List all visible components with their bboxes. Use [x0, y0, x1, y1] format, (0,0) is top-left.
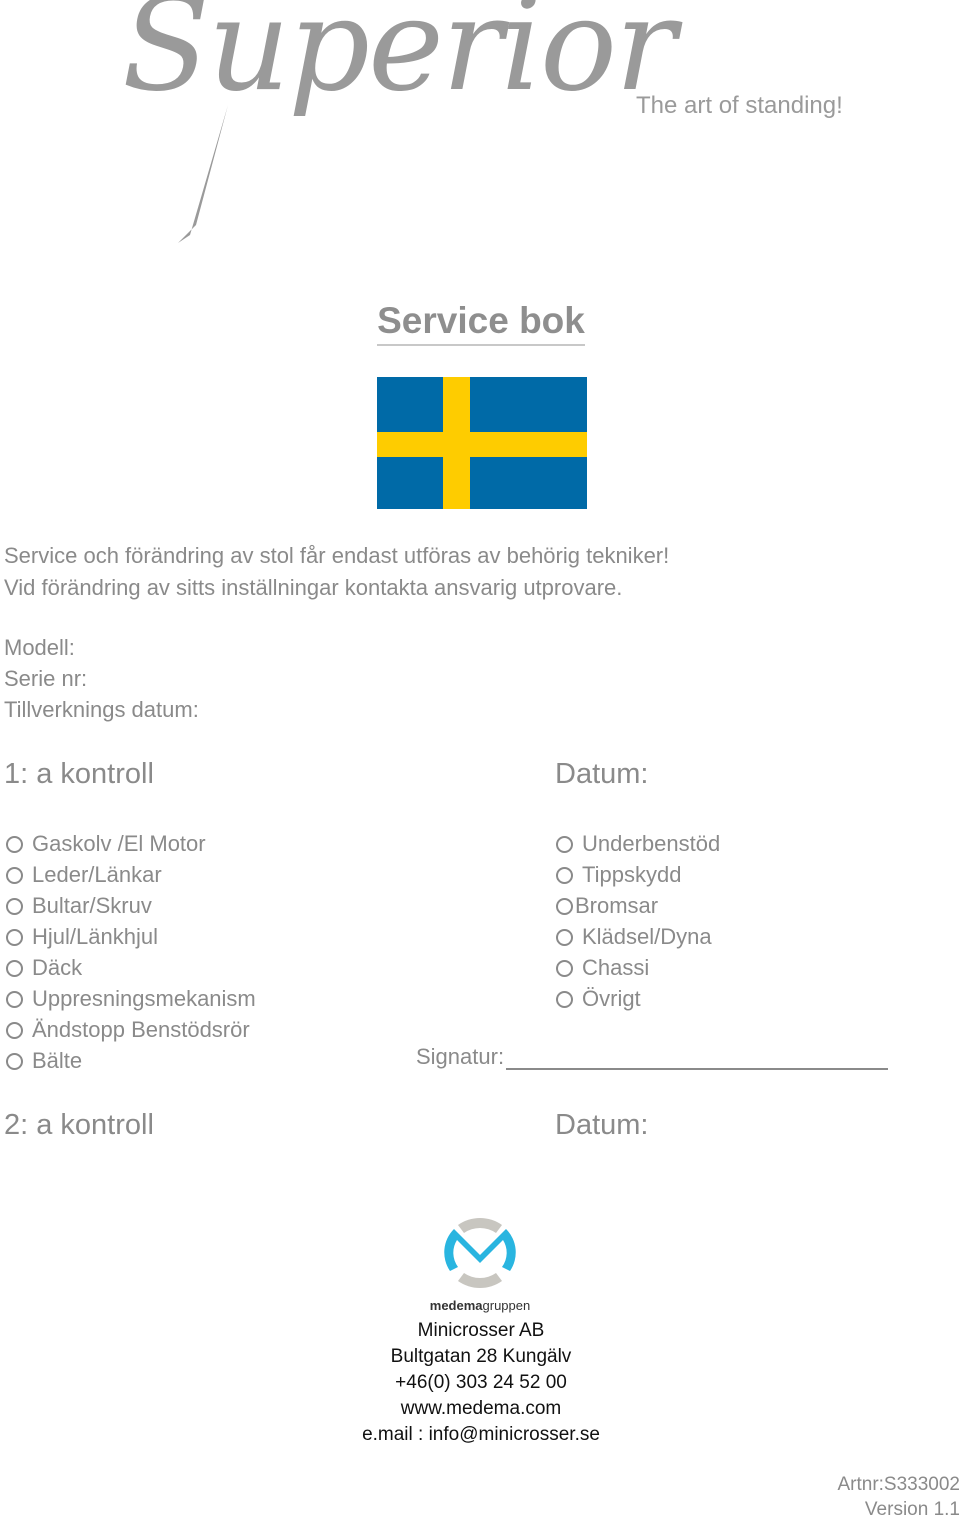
signature-field[interactable]: Signatur: [416, 1044, 889, 1070]
checklist-item[interactable]: Uppresningsmekanism [6, 983, 256, 1014]
checklist-item[interactable]: Bälte [6, 1045, 256, 1076]
checklist-item-label: Leder/Länkar [32, 862, 162, 887]
checklist-item[interactable]: Däck [6, 952, 256, 983]
company-phone: +46(0) 303 24 52 00 [395, 1372, 567, 1393]
tagline: The art of standing! [636, 92, 843, 119]
notice-line: Vid förändring av sitts inställningar ko… [4, 575, 623, 600]
checklist-item[interactable]: Underbenstöd [556, 828, 720, 859]
checkbox-circle-icon[interactable] [556, 990, 573, 1008]
checklist-item[interactable]: Tippskydd [556, 859, 720, 890]
field-manufacture-date: Tillverknings datum: [4, 697, 199, 722]
checkbox-circle-icon[interactable] [6, 1052, 23, 1070]
checklist-item[interactable]: Hjul/Länkhjul [6, 921, 256, 952]
control-1-date-label: Datum: [555, 758, 649, 790]
checkbox-circle-icon[interactable] [556, 959, 573, 977]
checklist-item[interactable]: Klädsel/Dyna [556, 921, 720, 952]
checkbox-circle-icon[interactable] [6, 959, 23, 977]
signature-line[interactable] [506, 1046, 889, 1070]
page-title: Service bok [0, 300, 960, 346]
checklist-item-label: Chassi [582, 955, 650, 980]
checklist-item-label: Bultar/Skruv [32, 893, 152, 918]
checklist-item-label: Däck [32, 955, 83, 980]
checkbox-circle-icon[interactable] [556, 866, 573, 884]
flag-vertical-bar [443, 377, 470, 509]
wordmark-bold: medema [429, 1298, 483, 1313]
field-model: Modell: [4, 635, 75, 660]
checklist-right: Underbenstöd Tippskydd Bromsar Klädsel/D… [556, 828, 720, 1014]
checkbox-circle-icon[interactable] [556, 835, 573, 853]
field-serial: Serie nr: [4, 666, 88, 691]
checklist-item-label: Underbenstöd [582, 831, 721, 856]
checkbox-circle-icon[interactable] [556, 897, 573, 915]
document-version: Version 1.1 [864, 1499, 960, 1520]
checklist-item-label: Hjul/Länkhjul [32, 924, 158, 949]
checklist-item-label: Bälte [32, 1048, 83, 1073]
product-fields: Modell: Serie nr: Tillverknings datum: [4, 632, 199, 725]
checklist-item-label: Klädsel/Dyna [582, 924, 712, 949]
checklist-item-label: Uppresningsmekanism [32, 986, 256, 1011]
checklist-item[interactable]: Leder/Länkar [6, 859, 256, 890]
article-number: Artnr:S333002 [837, 1474, 960, 1495]
checkbox-circle-icon[interactable] [6, 835, 23, 853]
flag-horizontal-bar [377, 432, 587, 457]
brand-logo-text: Superior [122, 0, 676, 120]
company-address: Bultgatan 28 Kungälv [390, 1346, 572, 1367]
control-2-date-label: Datum: [555, 1109, 649, 1141]
checklist-item[interactable]: Chassi [556, 952, 720, 983]
swedish-flag-icon [377, 377, 587, 509]
checklist-item[interactable]: Ändstopp Benstödsrör [6, 1014, 256, 1045]
checkbox-circle-icon[interactable] [6, 1021, 23, 1039]
checklist-item-label: Ändstopp Benstödsrör [32, 1017, 250, 1042]
checklist-item-label: Övrigt [582, 986, 641, 1011]
signature-label: Signatur: [416, 1044, 505, 1069]
service-notice: Service och förändring av stol får endas… [4, 540, 669, 604]
checkbox-circle-icon[interactable] [6, 928, 23, 946]
control-2-heading: 2: a kontroll [4, 1109, 154, 1141]
wordmark-light: gruppen [482, 1298, 531, 1313]
notice-line: Service och förändring av stol får endas… [4, 543, 670, 568]
checklist-item-label: Bromsar [575, 893, 659, 918]
medema-logo-icon [444, 1217, 516, 1289]
checklist-item[interactable]: Bromsar [556, 890, 720, 921]
page-title-text: Service bok [377, 300, 585, 346]
checklist-item-label: Tippskydd [582, 862, 682, 887]
checkbox-circle-icon[interactable] [6, 866, 23, 884]
contact-block: Minicrosser AB Bultgatan 28 Kungälv +46(… [0, 1318, 960, 1448]
control-1-heading: 1: a kontroll [4, 758, 154, 790]
company-website[interactable]: www.medema.com [0, 1396, 960, 1422]
company-email[interactable]: e.mail : info@minicrosser.se [0, 1422, 960, 1448]
checklist-left: Gaskolv /El Motor Leder/Länkar Bultar/Sk… [6, 828, 256, 1076]
checkbox-circle-icon[interactable] [6, 990, 23, 1008]
document-footer: Artnr:S333002 Version 1.1 [837, 1472, 960, 1522]
checkbox-circle-icon[interactable] [556, 928, 573, 946]
company-name: Minicrosser AB [417, 1320, 545, 1341]
checklist-item[interactable]: Övrigt [556, 983, 720, 1014]
brand-descender-decoration [178, 105, 228, 243]
medema-wordmark: medemagruppen [0, 1298, 960, 1313]
checkbox-circle-icon[interactable] [6, 897, 23, 915]
checklist-item-label: Gaskolv /El Motor [32, 831, 206, 856]
checklist-item[interactable]: Gaskolv /El Motor [6, 828, 256, 859]
checklist-item[interactable]: Bultar/Skruv [6, 890, 256, 921]
